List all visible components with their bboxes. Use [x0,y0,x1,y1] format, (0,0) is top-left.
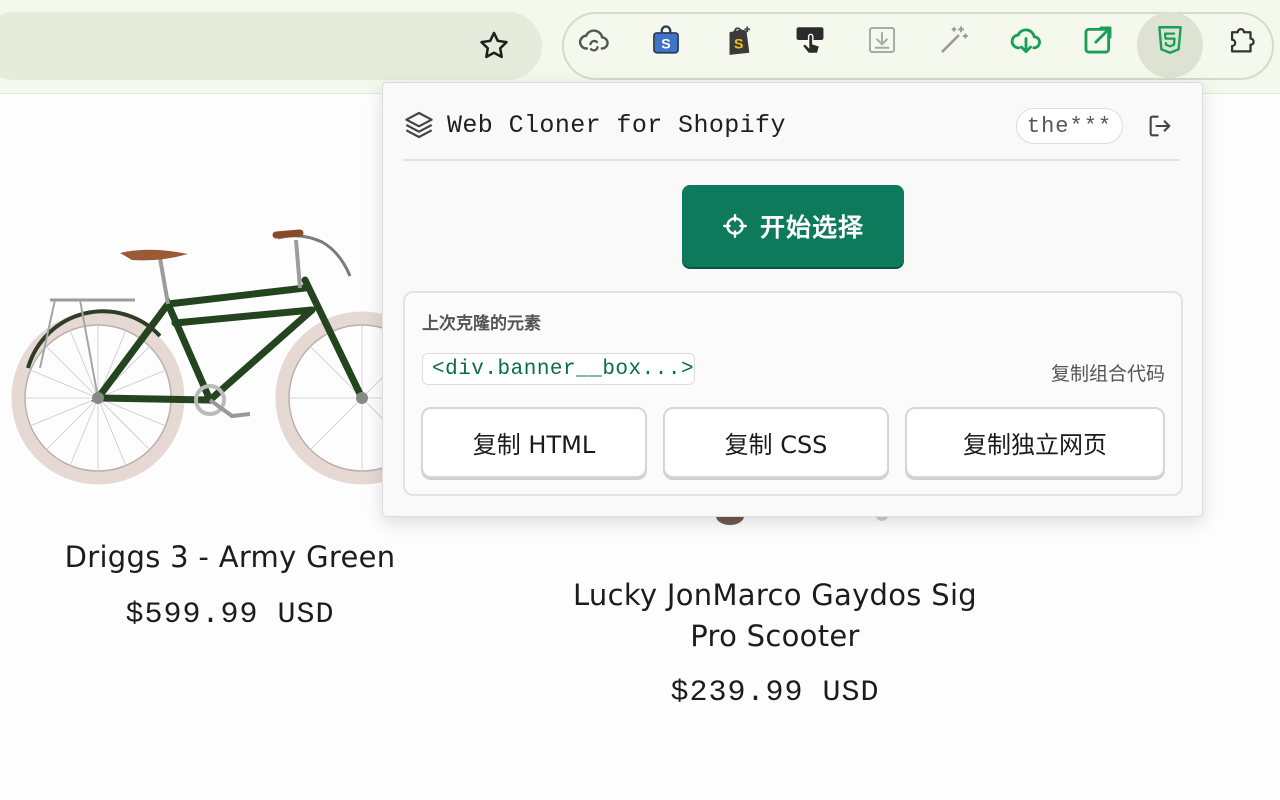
popup-header: Web Cloner for Shopify the*** [403,103,1180,161]
copy-html-button[interactable]: 复制 HTML [421,407,647,478]
start-selecting-button[interactable]: 开始选择 [682,185,904,267]
copy-css-button[interactable]: 复制 CSS [663,407,889,478]
last-cloned-label: 上次克隆的元素 [422,314,541,334]
product-price: $599.99 USD [125,598,335,632]
magic-wand-icon[interactable] [936,22,972,58]
bookmark-star-icon[interactable] [477,29,511,63]
shopping-bag-s-icon[interactable]: S [648,22,684,58]
download-tray-icon[interactable] [864,22,900,58]
external-link-icon[interactable] [1080,22,1116,58]
browser-toolbar: S S [0,0,1280,94]
start-selecting-label: 开始选择 [759,213,864,242]
product-title-line: Lucky JonMarco Gaydos Sig [572,578,978,612]
html5-icon[interactable] [1152,22,1188,58]
user-badge: the*** [1016,108,1123,144]
product-title[interactable]: Driggs 3 - Army Green [30,540,430,574]
touch-cursor-icon[interactable] [792,22,828,58]
web-cloner-popup: Web Cloner for Shopify the*** 开始选择 上次克隆的… [382,82,1203,517]
address-bar[interactable] [0,12,542,80]
puzzle-icon[interactable] [1224,22,1260,58]
crosshair-icon [722,213,748,239]
popup-title: Web Cloner for Shopify [447,111,786,140]
product-title[interactable]: Lucky JonMarco Gaydos Sig Pro Scooter [520,575,1030,657]
last-cloned-element: <div.banner__box...> [422,353,695,385]
shopify-icon[interactable]: S [720,22,756,58]
copy-combined-code-link[interactable]: 复制组合代码 [1051,359,1165,386]
product-title-line: Pro Scooter [690,619,860,653]
logout-icon[interactable] [1146,112,1174,140]
last-cloned-panel: 上次克隆的元素 <div.banner__box...> 复制组合代码 复制 H… [403,291,1183,496]
cloud-download-icon[interactable] [1008,22,1044,58]
svg-text:S: S [661,37,670,53]
cloud-sync-icon[interactable] [576,22,612,58]
bicycle-image[interactable] [0,218,400,493]
copy-standalone-page-button[interactable]: 复制独立网页 [905,407,1165,478]
svg-text:S: S [734,37,743,53]
product-price: $239.99 USD [670,676,880,710]
layers-icon [405,111,433,139]
